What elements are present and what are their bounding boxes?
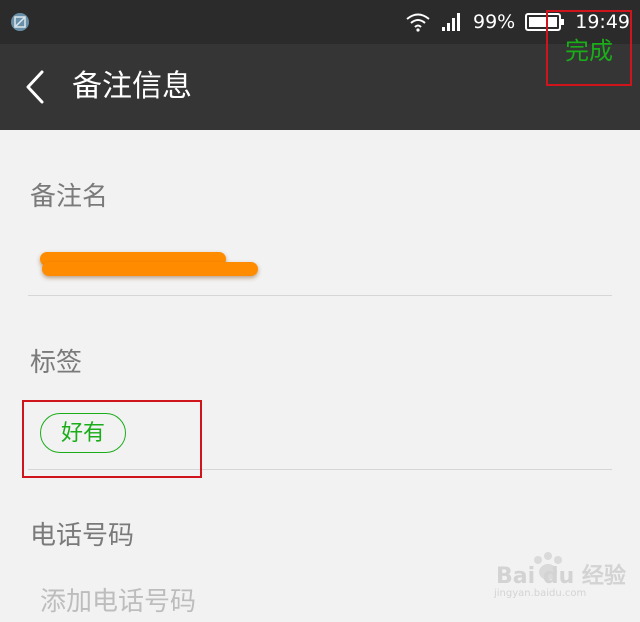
app-bar: 备注信息 [0,44,640,130]
tag-chip[interactable]: 好有 [40,413,127,453]
status-bar: 99% 19:49 [0,0,640,44]
remark-label: 备注名 [30,182,109,212]
wifi-icon [406,13,430,32]
battery-level: 99% [473,11,516,33]
tags-label: 标签 [30,348,83,378]
page-title: 备注信息 [72,69,192,104]
baidu-watermark: Bai du 经验 jingyan.baidu.com [488,548,628,608]
phone-label: 电话号码 [30,521,135,551]
signal-icon [442,13,460,31]
chevron-left-icon[interactable] [22,69,48,105]
redaction-mark [42,262,258,276]
done-button[interactable]: 完成 [546,10,632,86]
tags-area[interactable]: 好有 [22,398,612,478]
app-notification-icon [11,13,29,31]
watermark-url: jingyan.baidu.com [494,588,587,599]
watermark-brand: Bai du 经验 [496,564,626,589]
remark-input[interactable] [28,238,612,296]
